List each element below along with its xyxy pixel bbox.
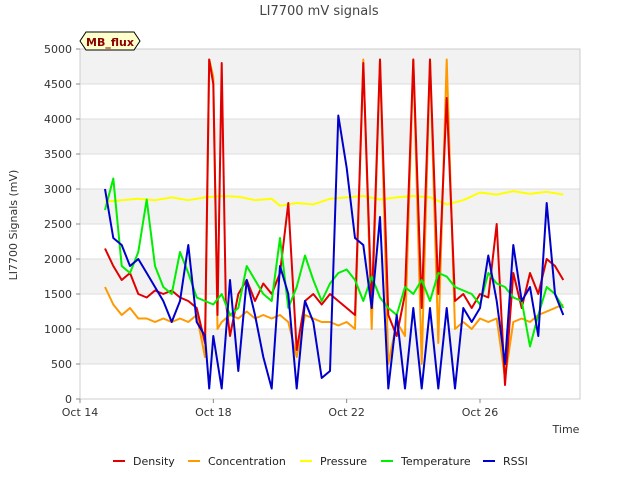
y-tick-label: 500: [51, 358, 72, 371]
y-tick-label: 4000: [44, 113, 72, 126]
y-tick-label: 1000: [44, 323, 72, 336]
chart-title: LI7700 mV signals: [259, 4, 378, 19]
chart: LI7700 mV signals 0 500 1000 1500 2000 2500 30…: [7, 4, 581, 468]
grid-band: [80, 189, 580, 224]
y-tick-label: 4500: [44, 78, 72, 91]
x-tick-label: Oct 14: [62, 406, 99, 419]
grid-band: [80, 49, 580, 84]
y-tick-label: 3500: [44, 148, 72, 161]
legend-label-density: Density: [133, 455, 175, 468]
mb-flux-annotation: MB_flux: [79, 31, 141, 51]
legend-label-rssi: RSSI: [503, 455, 528, 468]
y-tick-label: 5000: [44, 43, 72, 56]
x-tick-label: Oct 26: [462, 406, 499, 419]
legend-label-concentration: Concentration: [208, 455, 286, 468]
y-tick-label: 3000: [44, 183, 72, 196]
y-axis-label: LI7700 Signals (mV): [7, 170, 20, 281]
y-tick-label: 1500: [44, 288, 72, 301]
x-tick-label: Oct 18: [195, 406, 232, 419]
y-tick-label: 0: [65, 393, 72, 406]
legend-label-pressure: Pressure: [320, 455, 367, 468]
grid-band: [80, 119, 580, 154]
legend-label-temperature: Temperature: [400, 455, 471, 468]
y-tick-label: 2500: [44, 218, 72, 231]
y-tick-label: 2000: [44, 253, 72, 266]
annotation-text: MB_flux: [86, 36, 134, 49]
x-tick-label: Oct 22: [328, 406, 365, 419]
legend: Density Concentration Pressure Temperature R…: [113, 455, 528, 468]
x-axis-label: Time: [552, 423, 580, 436]
